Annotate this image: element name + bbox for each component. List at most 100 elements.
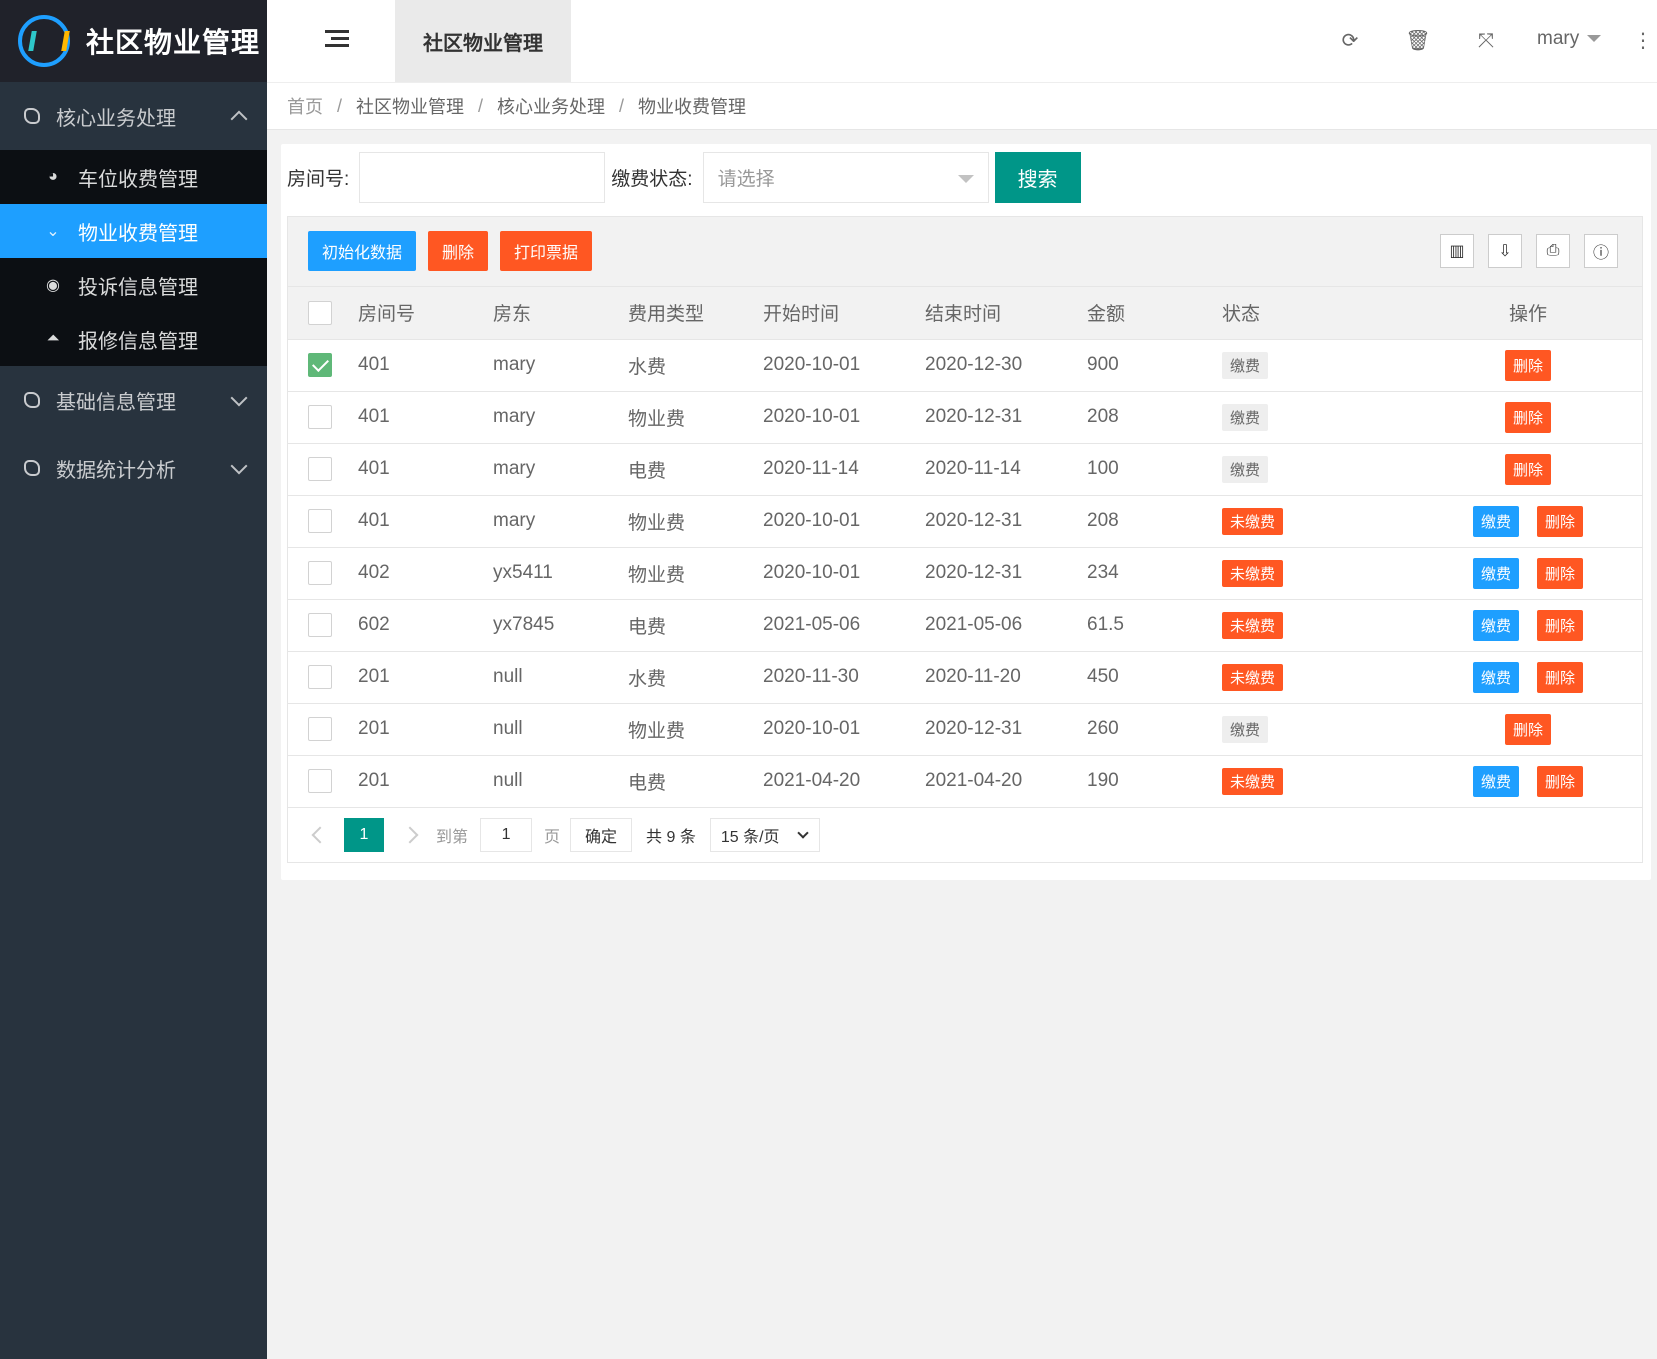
prev-page-icon[interactable] [311, 826, 329, 843]
data-table: 初始化数据 删除 打印票据 ▥ ⇩ ⎙ ⓘ 房间号 房东 费用类型 开始时间 结… [287, 216, 1643, 863]
breadcrumb-item[interactable]: 核心业务处理 [497, 93, 605, 119]
status-select[interactable]: 请选择 [702, 152, 989, 203]
row-checkbox[interactable] [308, 717, 332, 741]
row-checkbox[interactable] [308, 769, 332, 793]
nav-group-label: 基础信息管理 [56, 391, 176, 414]
cell-room: 401 [358, 495, 493, 548]
cell-owner: null [493, 703, 628, 756]
cell-start: 2020-10-01 [763, 391, 925, 444]
row-checkbox[interactable] [308, 457, 332, 481]
cell-amount: 450 [1087, 651, 1222, 704]
chevron-down-icon [230, 389, 248, 407]
print-icon[interactable]: ⎙ [1536, 234, 1570, 268]
breadcrumb-item[interactable]: 首页 [287, 93, 323, 119]
col-type: 费用类型 [628, 287, 763, 340]
nav-group-stats[interactable]: 数据统计分析 [0, 434, 267, 502]
user-menu[interactable]: mary [1537, 28, 1602, 50]
sidebar-item-property-fee[interactable]: ⌄ 物业收费管理 [0, 204, 267, 258]
delete-row-button[interactable]: 删除 [1537, 765, 1584, 797]
current-page[interactable]: 1 [344, 817, 384, 852]
page-size-select[interactable]: 15 条/页 [709, 817, 820, 852]
pay-button[interactable]: 缴费 [1472, 557, 1519, 589]
cell-amount: 190 [1087, 755, 1222, 808]
delete-row-button[interactable]: 删除 [1504, 453, 1551, 485]
chevron-up-icon [230, 110, 248, 128]
init-data-button[interactable]: 初始化数据 [308, 231, 416, 271]
cell-end: 2021-04-20 [925, 755, 1087, 808]
row-checkbox[interactable] [308, 405, 332, 429]
nav-group-basic[interactable]: 基础信息管理 [0, 366, 267, 434]
delete-row-button[interactable]: 删除 [1504, 401, 1551, 433]
cell-room: 201 [358, 703, 493, 756]
delete-row-button[interactable]: 删除 [1504, 349, 1551, 381]
select-all-checkbox[interactable] [308, 300, 332, 325]
print-receipt-button[interactable]: 打印票据 [500, 231, 592, 271]
refresh-icon[interactable]: ⟳ [1337, 28, 1363, 54]
caret-down-icon [1587, 35, 1602, 43]
fullscreen-icon[interactable]: ⤧ [1473, 28, 1499, 54]
delete-row-button[interactable]: 删除 [1537, 505, 1584, 537]
row-checkbox[interactable] [308, 509, 332, 533]
cell-amount: 260 [1087, 703, 1222, 756]
more-icon[interactable]: ⋮ [1633, 28, 1653, 53]
cell-owner: yx5411 [493, 547, 628, 600]
cell-actions: 缴费 删除 [1414, 495, 1642, 548]
nav-group-label: 数据统计分析 [56, 459, 176, 482]
row-checkbox[interactable] [308, 353, 332, 377]
cell-actions: 缴费 删除 [1414, 651, 1642, 704]
sidebar-item-repair[interactable]: ⏶ 报修信息管理 [0, 312, 267, 366]
cell-end: 2020-12-31 [925, 495, 1087, 548]
room-input[interactable] [359, 152, 606, 203]
pay-button[interactable]: 缴费 [1472, 505, 1519, 537]
row-checkbox[interactable] [308, 613, 332, 637]
batch-delete-button[interactable]: 删除 [428, 231, 488, 271]
goto-page-input[interactable]: 1 [480, 817, 533, 852]
tab-home[interactable]: 社区物业管理 [395, 0, 571, 82]
pay-button[interactable]: 缴费 [1472, 609, 1519, 641]
delete-row-button[interactable]: 删除 [1537, 557, 1584, 589]
info-icon[interactable]: ⓘ [1584, 234, 1618, 268]
cell-start: 2021-05-06 [763, 599, 925, 652]
col-status: 状态 [1222, 287, 1414, 340]
room-label: 房间号: [287, 169, 350, 190]
table-toolbar: 初始化数据 删除 打印票据 ▥ ⇩ ⎙ ⓘ [288, 217, 1642, 287]
cell-end: 2020-12-30 [925, 339, 1087, 392]
breadcrumb-item[interactable]: 社区物业管理 [356, 93, 464, 119]
row-checkbox[interactable] [308, 665, 332, 689]
row-checkbox[interactable] [308, 561, 332, 585]
breadcrumb-separator: / [478, 95, 484, 116]
goto-confirm-button[interactable]: 确定 [570, 817, 633, 852]
pay-button[interactable]: 缴费 [1472, 765, 1519, 797]
search-button[interactable]: 搜索 [994, 152, 1081, 203]
cell-start: 2020-10-01 [763, 495, 925, 548]
table-row: 401 mary 电费 2020-11-14 2020-11-14 100 缴费 删除 [288, 443, 1642, 496]
logo[interactable]: 社区物业管理 [0, 0, 267, 82]
status-select-placeholder: 请选择 [717, 169, 775, 190]
pay-button[interactable]: 缴费 [1472, 661, 1519, 693]
sidebar-item-label: 报修信息管理 [78, 330, 198, 353]
sidebar-item-complaint[interactable]: ◉ 投诉信息管理 [0, 258, 267, 312]
total-count: 共 9 条 [646, 828, 696, 846]
trash-icon[interactable]: 🗑 [1405, 28, 1431, 54]
delete-row-button[interactable]: 删除 [1504, 713, 1551, 745]
table-body: 401 mary 水费 2020-10-01 2020-12-30 900 缴费 删除 401 m… [288, 339, 1642, 808]
cell-start: 2021-04-20 [763, 755, 925, 808]
cell-room: 201 [358, 755, 493, 808]
sidebar: 社区物业管理 核心业务处理 ◕ 车位收费管理 ⌄ 物业收费管理 ◉ 投诉信息管理… [0, 0, 267, 1359]
sidebar-item-label: 车位收费管理 [78, 168, 198, 191]
cell-end: 2020-12-31 [925, 703, 1087, 756]
top-header: 社区物业管理 ⟳ 🗑 ⤧ mary ⋮ [267, 0, 1657, 82]
export-icon[interactable]: ⇩ [1488, 234, 1522, 268]
sidebar-item-parking-fee[interactable]: ◕ 车位收费管理 [0, 150, 267, 204]
delete-row-button[interactable]: 删除 [1537, 661, 1584, 693]
nav-group-core[interactable]: 核心业务处理 [0, 82, 267, 150]
columns-icon[interactable]: ▥ [1440, 234, 1474, 268]
delete-row-button[interactable]: 删除 [1537, 609, 1584, 641]
cell-actions: 删除 [1414, 703, 1642, 756]
next-page-icon[interactable] [401, 826, 419, 843]
col-owner: 房东 [493, 287, 628, 340]
menu-toggle-icon[interactable] [325, 30, 349, 52]
main-card: 房间号: 缴费状态: 请选择 搜索 初始化数据 删除 打印票据 ▥ ⇩ ⎙ ⓘ … [281, 144, 1651, 880]
cell-type: 水费 [628, 339, 763, 392]
cell-owner: mary [493, 443, 628, 496]
